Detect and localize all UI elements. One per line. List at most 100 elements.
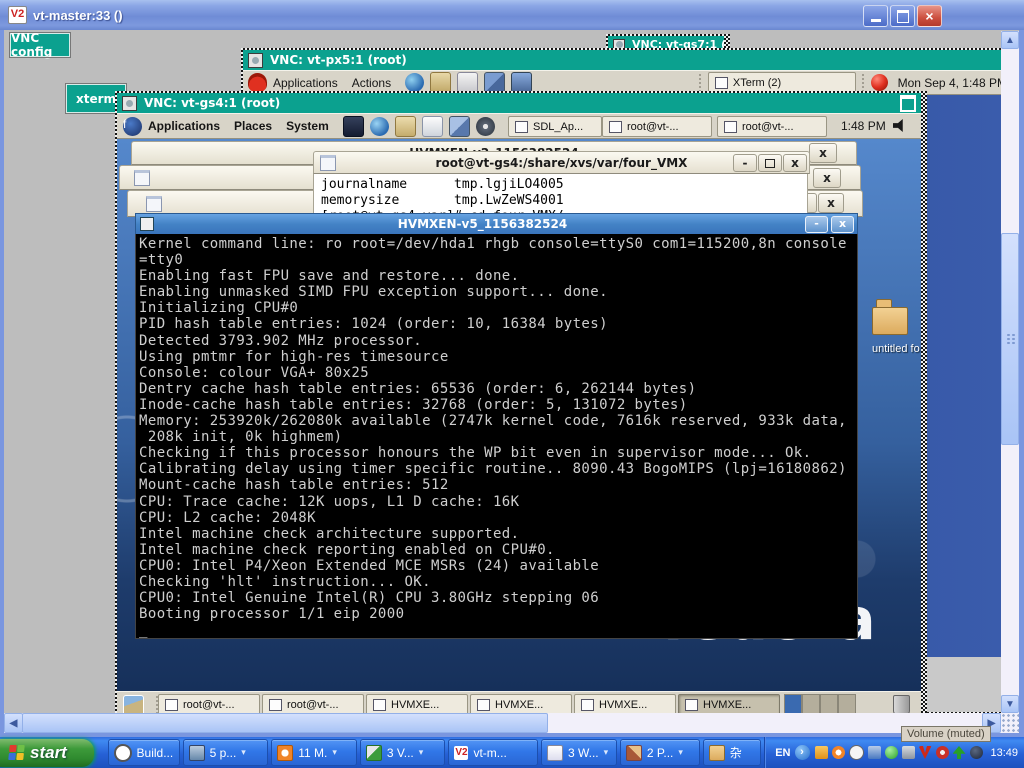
px5-menu-actions[interactable]: Actions [352,76,391,90]
task-label: root@vt-... [742,121,794,133]
four-vmx-titlebar[interactable]: root@vt-gs4:/share/xvs/var/four_VMX - x [313,151,810,174]
workspace-2[interactable] [802,694,820,715]
taskbar-button-3w[interactable]: 3 W... ▾ [541,739,617,766]
gs4-task-root-2[interactable]: root@vt-... [717,116,827,137]
workspace-switcher[interactable] [784,694,856,715]
px5-clock[interactable]: Mon Sep 4, 1:48 PM [898,76,1007,90]
task-label: root@vt-... [183,699,235,711]
screenshot-icon[interactable] [449,116,470,137]
vnc-config-button[interactable]: VNC config [10,33,70,57]
terminal-titlebar[interactable]: HVMXEN-v5_1156382524 - x [135,213,858,234]
taskbar-button-2p[interactable]: 2 P... ▾ [620,739,700,766]
resize-grip[interactable] [1001,713,1019,733]
task-window-icon [685,699,698,711]
workspace-3[interactable] [820,694,838,715]
taskbar-item-hvmxe-1[interactable]: HVMXE... [366,694,468,715]
panel-handle[interactable] [698,73,703,93]
taskbar-item-hvmxe-4-active[interactable]: HVMXE... [678,694,780,715]
maximize-button[interactable] [890,5,915,27]
taskbar-item-root-1[interactable]: root@vt-... [158,694,260,715]
gs4-task-sdl-app[interactable]: SDL_Ap... [508,116,602,137]
taskbar-button-folder[interactable]: 杂 [703,739,762,766]
window-b-close-button[interactable]: x [813,168,841,188]
web-browser-icon[interactable] [370,117,389,136]
horizontal-scrollbar[interactable]: ◀ ▶ [4,713,1001,733]
fedora-menu-icon[interactable]: f [123,117,142,136]
safely-remove-tray-icon[interactable] [953,746,966,759]
taskbar-item-hvmxe-2[interactable]: HVMXE... [470,694,572,715]
hvmxen-v5-terminal-window[interactable]: HVMXEN-v5_1156382524 - x Kernel command … [135,213,858,639]
redhat-alert-icon[interactable] [871,74,888,91]
four-vmx-window[interactable]: root@vt-gs4:/share/xvs/var/four_VMX - x … [313,151,810,217]
taskbar-button-5p[interactable]: 5 p... ▾ [183,739,269,766]
language-indicator[interactable]: EN [775,747,790,759]
close-button[interactable]: × [917,5,942,27]
gs4-task-root-1[interactable]: root@vt-... [602,116,712,137]
printer-icon[interactable] [457,72,478,93]
hvmxen-v2-close-button[interactable]: x [809,143,837,163]
printer-tray-icon[interactable] [902,746,915,759]
four-vmx-maximize-button[interactable] [758,154,782,172]
email-icon[interactable] [395,116,416,137]
scroll-up-button[interactable]: ▲ [1001,31,1019,49]
clock-tray-icon[interactable] [832,746,845,759]
taskbar-item-root-2[interactable]: root@vt-... [262,694,364,715]
gs4-menu-applications[interactable]: Applications [148,119,220,133]
window-titlebar[interactable]: V2 vt-master:33 () × [0,0,1024,30]
minimize-button[interactable] [863,5,888,27]
vertical-scrollbar[interactable]: ▲ ▼ [1001,31,1019,713]
vnc-gs4-window[interactable]: VNC: vt-gs4:1 (root) f Applications Plac… [115,91,927,723]
antivirus-v-tray-icon[interactable] [919,746,932,759]
folder-icon [876,299,892,307]
volume-muted-tray-icon[interactable] [936,746,949,759]
taskbar-button-11m[interactable]: 11 M. ▾ [271,739,357,766]
panel-handle[interactable] [861,73,866,93]
scroll-down-button[interactable]: ▼ [1001,695,1019,713]
time-sync-tray-icon[interactable] [970,746,983,759]
green-ball-tray-icon[interactable] [885,746,898,759]
workspace-1-active[interactable] [784,694,802,715]
folder-tool-icon[interactable] [511,72,532,93]
terminal-body[interactable]: Kernel command line: ro root=/dev/hda1 r… [135,234,858,639]
terminal-close-button[interactable]: x [831,216,854,233]
start-button[interactable]: start [0,739,94,767]
redhat-menu-icon[interactable] [248,73,267,92]
four-vmx-minimize-button[interactable]: - [733,154,757,172]
px5-menu-applications[interactable]: Applications [273,76,338,90]
tray-clock[interactable]: 13:49 [991,747,1019,759]
terminal-launcher-icon[interactable] [343,116,364,137]
remote-session-icon [189,745,205,761]
gs4-clock[interactable]: 1:48 PM [841,119,886,133]
users-tray-icon[interactable] [868,746,881,759]
taskbar-item-hvmxe-3[interactable]: HVMXE... [574,694,676,715]
horizontal-scroll-thumb[interactable] [22,713,548,733]
volume-muted-icon[interactable] [893,119,906,132]
m-circle-tray-icon[interactable] [849,745,864,760]
taskbar-button-build[interactable]: Build... [108,739,180,766]
window-border-left [0,30,4,733]
web-browser-icon[interactable] [405,73,424,92]
hide-icons-chevron[interactable]: › [795,745,810,760]
taskbar-button-3v[interactable]: 3 V... ▾ [360,739,446,766]
terminal-minimize-button[interactable]: - [805,216,828,233]
screens-icon[interactable] [484,72,505,93]
window-c-close-button[interactable]: x [818,193,844,213]
vnc-px5-titlebar[interactable]: VNC: vt-px5:1 (root) [243,50,1007,70]
vnc-icon: V2 [454,746,468,760]
px5-task-xterm[interactable]: XTerm (2) [708,72,856,93]
gs4-menu-system[interactable]: System [286,119,329,133]
trash-icon[interactable] [893,695,910,715]
vnc-gs4-titlebar[interactable]: VNC: vt-gs4:1 (root) [117,93,921,113]
desktop-folder-untitled[interactable]: untitled fo [872,299,920,355]
restore-icon[interactable] [900,95,916,112]
four-vmx-close-button[interactable]: x [783,154,807,172]
mail-tray-icon[interactable] [815,746,828,759]
writer-icon[interactable] [422,116,443,137]
scroll-left-button[interactable]: ◀ [4,713,23,733]
email-icon[interactable] [430,72,451,93]
cd-icon[interactable] [476,117,495,136]
vertical-scroll-thumb[interactable] [1001,233,1019,445]
taskbar-button-vt-master[interactable]: V2 vt-m... [448,739,538,766]
gs4-menu-places[interactable]: Places [234,119,272,133]
workspace-4[interactable] [838,694,856,715]
